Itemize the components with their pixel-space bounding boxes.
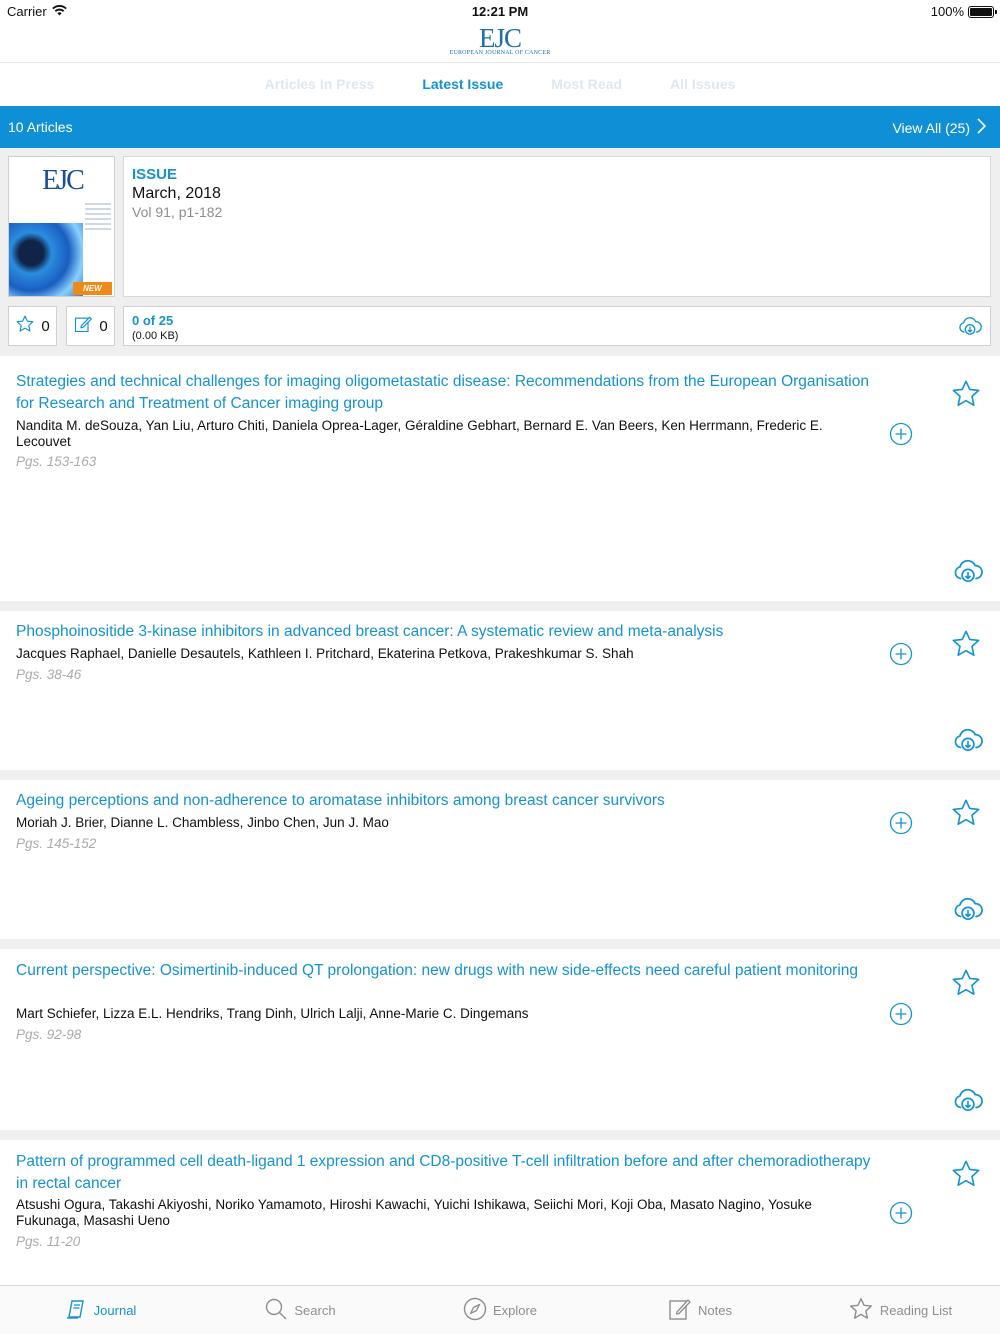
compass-icon <box>463 1297 487 1324</box>
cloud-download-icon[interactable] <box>953 897 983 926</box>
star-icon[interactable] <box>950 1158 982 1195</box>
tab-latest-issue[interactable]: Latest Issue <box>398 63 527 106</box>
article-separator <box>0 939 1000 949</box>
status-time: 12:21 PM <box>471 4 529 19</box>
article-title[interactable]: Ageing perceptions and non-adherence to … <box>16 790 886 812</box>
add-circle-icon[interactable] <box>889 422 913 451</box>
notes-count-button[interactable]: 0 <box>66 306 115 346</box>
article-item[interactable]: Current perspective: Osimertinib-induced… <box>0 949 1000 1130</box>
bottom-tab-bar: Journal Search Explore Notes Reading Lis… <box>0 1285 1000 1334</box>
star-icon[interactable] <box>950 628 982 665</box>
article-authors: Moriah J. Brier, Dianne L. Chambless, Ji… <box>16 815 389 830</box>
cloud-download-icon[interactable] <box>953 559 983 588</box>
tab-articles-in-press[interactable]: Articles In Press <box>241 63 399 106</box>
articles-header-bar: 10 Articles View All (25) <box>0 106 1000 148</box>
article-authors: Jacques Raphael, Danielle Desautels, Kat… <box>16 646 634 661</box>
article-pages: Pgs. 38-46 <box>16 667 82 682</box>
chevron-right-icon <box>976 118 987 137</box>
article-separator <box>0 1130 1000 1140</box>
add-circle-icon[interactable] <box>889 811 913 840</box>
article-authors: Mart Schiefer, Lizza E.L. Hendriks, Tran… <box>16 1006 529 1021</box>
status-bar: Carrier 12:21 PM 100% <box>0 0 1000 22</box>
article-item[interactable]: Strategies and technical challenges for … <box>0 356 1000 601</box>
cover-text-lines <box>85 203 111 233</box>
cover-title: EJC <box>42 165 85 196</box>
nav-explore-label: Explore <box>492 1302 538 1318</box>
article-item[interactable]: Pattern of programmed cell death-ligand … <box>0 1140 1000 1285</box>
star-outline-icon <box>15 314 35 338</box>
article-title[interactable]: Current perspective: Osimertinib-induced… <box>16 960 886 982</box>
nav-notes-label: Notes <box>698 1302 732 1318</box>
download-size: (0.00 KB) <box>132 330 179 342</box>
star-icon[interactable] <box>950 797 982 834</box>
new-badge: NEW <box>73 282 112 295</box>
favorites-count: 0 <box>41 317 50 335</box>
notes-count: 0 <box>99 317 108 335</box>
issue-download-card: 0 of 25 (0.00 KB) <box>123 306 991 346</box>
article-pages: Pgs. 145-152 <box>16 836 97 851</box>
article-item[interactable]: Phosphoinositide 3-kinase inhibitors in … <box>0 611 1000 770</box>
star-icon[interactable] <box>950 378 982 415</box>
issue-cover[interactable]: EJC NEW <box>8 156 115 297</box>
article-authors: Atsushi Ogura, Takashi Akiyoshi, Noriko … <box>16 1197 812 1228</box>
article-separator <box>0 601 1000 611</box>
battery-info: 100% <box>930 4 997 19</box>
segment-tabs: Articles In Press Latest Issue Most Read… <box>0 62 1000 106</box>
star-icon <box>848 1296 874 1325</box>
nav-reading-list-label: Reading List <box>879 1302 953 1318</box>
issue-label: ISSUE <box>132 166 178 183</box>
articles-count: 10 Articles <box>8 119 73 135</box>
cover-artwork <box>9 223 83 296</box>
nav-search[interactable]: Search <box>200 1286 400 1334</box>
logo-subtitle: European Journal of Cancer <box>449 50 551 56</box>
view-all-label: View All (25) <box>892 119 970 136</box>
article-pages: Pgs. 153-163 <box>16 454 97 469</box>
article-title[interactable]: Strategies and technical challenges for … <box>16 371 886 415</box>
journal-logo: EJC European Journal of Cancer <box>0 24 1000 56</box>
article-pages: Pgs. 92-98 <box>16 1027 82 1042</box>
add-circle-icon[interactable] <box>889 1201 913 1230</box>
nav-journal-label: Journal <box>93 1302 137 1318</box>
favorites-count-button[interactable]: 0 <box>8 306 57 346</box>
add-circle-icon[interactable] <box>889 642 913 671</box>
article-item[interactable]: Ageing perceptions and non-adherence to … <box>0 780 1000 939</box>
issue-info-card[interactable]: ISSUE March, 2018 Vol 91, p1-182 <box>123 156 991 297</box>
issue-volume: Vol 91, p1-182 <box>132 204 223 220</box>
cloud-download-icon[interactable] <box>953 1088 983 1117</box>
cloud-download-icon[interactable] <box>958 316 982 341</box>
nav-search-label: Search <box>294 1302 336 1318</box>
search-icon <box>264 1297 288 1324</box>
view-all-button[interactable]: View All (25) <box>892 118 987 137</box>
journal-icon <box>64 1297 88 1324</box>
battery-percent: 100% <box>930 4 964 19</box>
nav-notes[interactable]: Notes <box>600 1286 800 1334</box>
issue-panel: EJC NEW ISSUE March, 2018 Vol 91, p1-182… <box>0 148 1000 356</box>
issue-date: March, 2018 <box>132 185 221 202</box>
cloud-download-icon[interactable] <box>953 728 983 757</box>
download-progress: 0 of 25 <box>132 313 174 328</box>
logo-mark: EJC <box>478 23 522 53</box>
tab-most-read[interactable]: Most Read <box>527 63 646 106</box>
article-pages: Pgs. 11-20 <box>16 1234 81 1249</box>
nav-journal[interactable]: Journal <box>0 1286 200 1334</box>
star-icon[interactable] <box>950 967 982 1004</box>
article-title[interactable]: Pattern of programmed cell death-ligand … <box>16 1151 886 1195</box>
add-circle-icon[interactable] <box>889 1002 913 1031</box>
nav-explore[interactable]: Explore <box>400 1286 600 1334</box>
article-authors: Nandita M. deSouza, Yan Liu, Arturo Chit… <box>16 418 823 449</box>
notes-icon <box>668 1297 692 1324</box>
battery-icon <box>968 5 997 18</box>
article-separator <box>0 770 1000 780</box>
tab-all-issues[interactable]: All Issues <box>646 63 759 106</box>
article-title[interactable]: Phosphoinositide 3-kinase inhibitors in … <box>16 621 886 643</box>
edit-note-icon <box>73 314 93 338</box>
nav-reading-list[interactable]: Reading List <box>800 1286 1000 1334</box>
